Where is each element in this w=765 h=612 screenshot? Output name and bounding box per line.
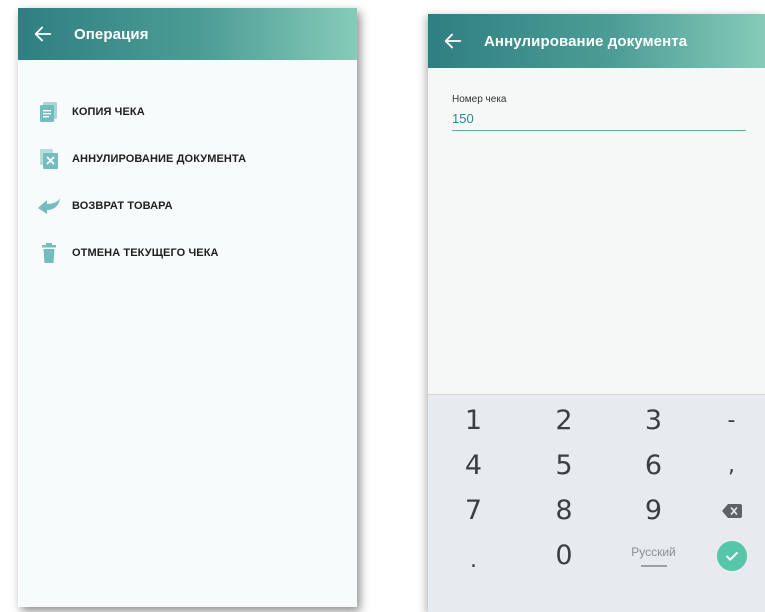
key-8[interactable]: 8 [519, 488, 609, 533]
arrow-left-icon[interactable] [442, 30, 464, 52]
checkmark-icon [725, 551, 738, 561]
page-title: Аннулирование документа [484, 32, 688, 50]
key-minus[interactable]: - [698, 398, 765, 443]
document-cross-icon [36, 146, 62, 172]
key-backspace[interactable] [698, 488, 765, 533]
keyboard-row: . 0 Русский [428, 533, 765, 578]
keyboard-row: 1 2 3 - [428, 398, 765, 443]
menu-item-cancel-current-receipt[interactable]: ОТМЕНА ТЕКУЩЕГО ЧЕКА [18, 229, 357, 276]
key-period[interactable]: . [428, 533, 519, 578]
operation-appbar: Операция [18, 8, 357, 60]
menu-item-return-goods[interactable]: ВОЗВРАТ ТОВАРА [18, 182, 357, 229]
key-9[interactable]: 9 [609, 488, 698, 533]
arrow-left-icon[interactable] [32, 23, 54, 45]
page-title: Операция [74, 25, 149, 43]
key-1[interactable]: 1 [428, 398, 519, 443]
menu-item-label: АННУЛИРОВАНИЕ ДОКУМЕНТА [72, 152, 247, 165]
operation-screen: Операция КОПИЯ ЧЕКА АННУЛИРОВАНИЕ ДОКУМЕ… [18, 8, 357, 607]
trash-icon [36, 240, 62, 266]
document-list-icon [36, 99, 62, 125]
language-indicator [640, 564, 667, 567]
numeric-keyboard: 1 2 3 - 4 5 6 , 7 8 9 . 0 Русский [428, 394, 765, 612]
done-button[interactable] [716, 540, 747, 571]
key-comma[interactable]: , [698, 443, 765, 488]
receipt-number-field: Номер чека [452, 94, 746, 131]
menu-item-receipt-copy[interactable]: КОПИЯ ЧЕКА [18, 88, 357, 135]
key-7[interactable]: 7 [428, 488, 519, 533]
backspace-icon [721, 503, 742, 518]
key-0[interactable]: 0 [519, 533, 609, 578]
keyboard-row: 4 5 6 , [428, 443, 765, 488]
operation-menu: КОПИЯ ЧЕКА АННУЛИРОВАНИЕ ДОКУМЕНТА ВОЗВР… [18, 88, 357, 276]
menu-item-label: ВОЗВРАТ ТОВАРА [72, 199, 173, 212]
key-3[interactable]: 3 [609, 398, 698, 443]
receipt-number-label: Номер чека [452, 94, 507, 105]
menu-item-label: КОПИЯ ЧЕКА [72, 105, 145, 118]
key-5[interactable]: 5 [519, 443, 609, 488]
return-arrow-icon [36, 193, 62, 219]
language-label: Русский [631, 544, 676, 559]
document-cancel-appbar: Аннулирование документа [428, 14, 765, 68]
receipt-number-input[interactable] [452, 111, 746, 131]
done-key[interactable] [698, 533, 765, 578]
language-switch-key[interactable]: Русский [609, 533, 698, 578]
key-2[interactable]: 2 [519, 398, 609, 443]
menu-item-label: ОТМЕНА ТЕКУЩЕГО ЧЕКА [72, 246, 219, 259]
document-cancel-screen: Аннулирование документа Номер чека 1 2 3… [428, 14, 765, 612]
keyboard-row: 7 8 9 [428, 488, 765, 533]
menu-item-document-cancel[interactable]: АННУЛИРОВАНИЕ ДОКУМЕНТА [18, 135, 357, 182]
key-6[interactable]: 6 [609, 443, 698, 488]
key-4[interactable]: 4 [428, 443, 519, 488]
